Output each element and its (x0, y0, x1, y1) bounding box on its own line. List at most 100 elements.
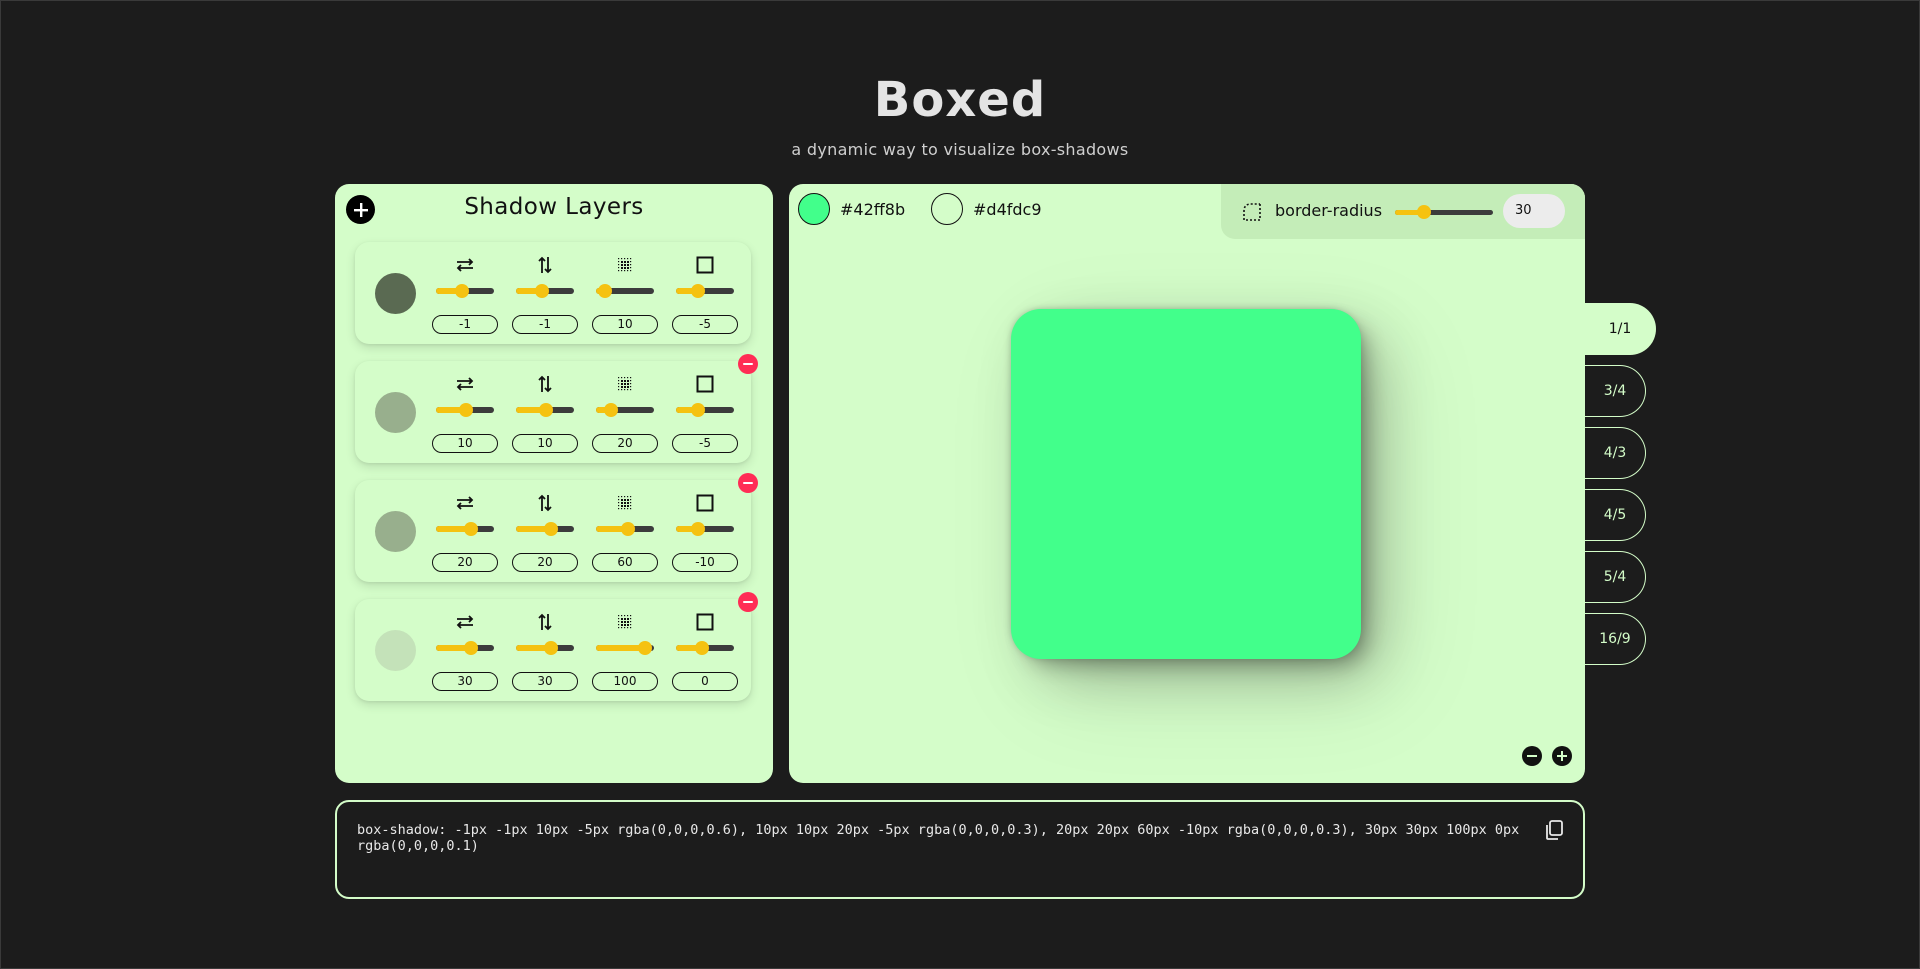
y-offset-input[interactable]: -1 (512, 315, 578, 334)
spread-slider[interactable] (676, 522, 734, 536)
minus-circle-icon (1527, 755, 1537, 757)
spread-control: -5 (672, 361, 738, 463)
x-offset-input[interactable]: 30 (432, 672, 498, 691)
x-offset-input[interactable]: -1 (432, 315, 498, 334)
spread-input[interactable]: -5 (672, 434, 738, 453)
layer-color-swatch[interactable] (375, 273, 416, 314)
css-output: box-shadow: -1px -1px 10px -5px rgba(0,0… (335, 800, 1585, 899)
preview-box (1011, 309, 1361, 659)
layer-color-swatch[interactable] (375, 511, 416, 552)
x-offset-input[interactable]: 10 (432, 434, 498, 453)
vertical-offset-icon (534, 374, 556, 394)
x-offset-input[interactable]: 20 (432, 553, 498, 572)
border-radius-input[interactable]: 30 (1503, 194, 1565, 228)
x-offset-slider[interactable] (436, 284, 494, 298)
blur-icon (614, 612, 636, 632)
background-color-label: #d4fdc9 (973, 199, 1042, 219)
blur-input[interactable]: 20 (592, 434, 658, 453)
remove-layer-button[interactable] (738, 592, 758, 612)
zoom-in-button[interactable] (1552, 746, 1572, 766)
vertical-offset-icon (534, 612, 556, 632)
blur-control: 10 (592, 242, 658, 344)
aspect-ratio-tab[interactable]: 4/5 (1585, 489, 1646, 541)
radius-corner-icon (1243, 203, 1261, 221)
border-radius-control: border-radius 30 (1221, 184, 1585, 239)
y-offset-slider[interactable] (516, 522, 574, 536)
layer-color-swatch[interactable] (375, 392, 416, 433)
blur-slider[interactable] (596, 403, 654, 417)
spread-slider[interactable] (676, 403, 734, 417)
vertical-offset-icon (534, 255, 556, 275)
x-offset-control: 20 (432, 480, 498, 582)
x-offset-control: 30 (432, 599, 498, 701)
aspect-ratio-tab[interactable]: 4/3 (1585, 427, 1646, 479)
layer-card: 10 10 20 -5 (355, 354, 758, 463)
x-offset-slider[interactable] (436, 641, 494, 655)
minus-icon (743, 601, 753, 603)
app-subtitle: a dynamic way to visualize box-shadows (791, 140, 1129, 159)
layer-card: -1 -1 10 -5 (355, 242, 751, 344)
aspect-ratio-tab[interactable]: 1/1 (1585, 303, 1656, 355)
spread-input[interactable]: -10 (672, 553, 738, 572)
box-color-label: #42ff8b (840, 199, 906, 219)
zoom-out-button[interactable] (1522, 746, 1542, 766)
aspect-ratio-tab[interactable]: 16/9 (1585, 613, 1646, 665)
blur-slider[interactable] (596, 284, 654, 298)
horizontal-offset-icon (454, 374, 476, 394)
blur-slider[interactable] (596, 522, 654, 536)
blur-input[interactable]: 10 (592, 315, 658, 334)
y-offset-slider[interactable] (516, 641, 574, 655)
aspect-ratio-tab[interactable]: 3/4 (1585, 365, 1646, 417)
blur-icon (614, 255, 636, 275)
y-offset-control: -1 (512, 242, 578, 344)
horizontal-offset-icon (454, 255, 476, 275)
aspect-ratio-tab[interactable]: 5/4 (1585, 551, 1646, 603)
blur-slider[interactable] (596, 641, 654, 655)
spread-icon (694, 612, 716, 632)
layer-card: 30 30 100 0 (355, 592, 758, 701)
app-title: Boxed (873, 72, 1047, 128)
shadow-layers-panel: Shadow Layers -1 -1 10 -5 10 10 20 -5 20 20 60 -10 3… (335, 184, 773, 783)
x-offset-control: 10 (432, 361, 498, 463)
y-offset-slider[interactable] (516, 284, 574, 298)
blur-input[interactable]: 100 (592, 672, 658, 691)
y-offset-input[interactable]: 20 (512, 553, 578, 572)
css-code-text[interactable]: box-shadow: -1px -1px 10px -5px rgba(0,0… (357, 822, 1522, 854)
copy-icon[interactable] (1543, 819, 1565, 841)
spread-slider[interactable] (676, 641, 734, 655)
background-color-picker[interactable]: #d4fdc9 (931, 193, 1042, 225)
y-offset-input[interactable]: 10 (512, 434, 578, 453)
spread-control: 0 (672, 599, 738, 701)
spread-slider[interactable] (676, 284, 734, 298)
spread-icon (694, 374, 716, 394)
header: Boxed a dynamic way to visualize box-sha… (0, 70, 1920, 159)
spread-input[interactable]: -5 (672, 315, 738, 334)
panel-title: Shadow Layers (464, 194, 644, 220)
spread-control: -10 (672, 480, 738, 582)
y-offset-control: 20 (512, 480, 578, 582)
spread-input[interactable]: 0 (672, 672, 738, 691)
border-radius-slider[interactable] (1395, 205, 1493, 219)
box-color-swatch[interactable] (798, 193, 830, 225)
horizontal-offset-icon (454, 493, 476, 513)
layer-color-swatch[interactable] (375, 630, 416, 671)
remove-layer-button[interactable] (738, 354, 758, 374)
remove-layer-button[interactable] (738, 473, 758, 493)
border-radius-label: border-radius (1275, 201, 1383, 220)
layer-card: 20 20 60 -10 (355, 473, 758, 582)
blur-icon (614, 493, 636, 513)
box-color-picker[interactable]: #42ff8b (798, 193, 905, 225)
minus-icon (743, 482, 753, 484)
y-offset-control: 10 (512, 361, 578, 463)
horizontal-offset-icon (454, 612, 476, 632)
spread-control: -5 (672, 242, 738, 344)
spread-icon (694, 493, 716, 513)
x-offset-slider[interactable] (436, 403, 494, 417)
y-offset-input[interactable]: 30 (512, 672, 578, 691)
background-color-swatch[interactable] (931, 193, 963, 225)
x-offset-slider[interactable] (436, 522, 494, 536)
minus-icon (743, 363, 753, 365)
blur-input[interactable]: 60 (592, 553, 658, 572)
y-offset-control: 30 (512, 599, 578, 701)
y-offset-slider[interactable] (516, 403, 574, 417)
